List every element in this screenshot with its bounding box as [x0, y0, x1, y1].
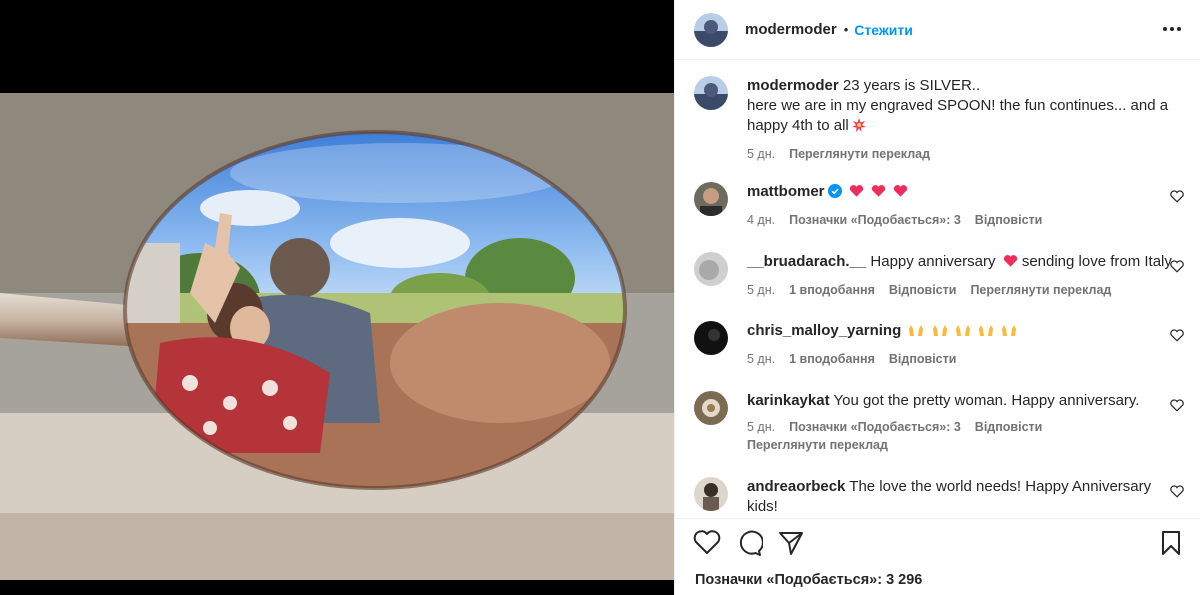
- raising-hands-emoji-icon: [955, 323, 971, 343]
- comment-text: karinkaykat You got the pretty woman. Ha…: [747, 391, 1187, 411]
- spoon-reflection-image: [0, 93, 674, 580]
- comment-likes-link[interactable]: 1 вподобання: [789, 351, 875, 368]
- comment-meta: 5 дн. 1 вподобання Відповісти Переглянут…: [747, 282, 1187, 299]
- translate-link[interactable]: Переглянути переклад: [970, 282, 1111, 299]
- comment-text-part-1: Happy anniversary: [870, 253, 996, 270]
- post-photo[interactable]: [0, 93, 674, 580]
- commenter-avatar[interactable]: [694, 182, 728, 216]
- comment-bubble-icon[interactable]: [735, 529, 764, 557]
- more-options-icon[interactable]: [1161, 18, 1183, 40]
- commenter-username[interactable]: andreaorbeck: [747, 478, 845, 495]
- caption-text: modermoder 23 years is SILVER.. here we …: [747, 76, 1187, 138]
- heart-emoji-icon: [871, 184, 886, 204]
- caption-avatar[interactable]: [694, 76, 728, 110]
- commenter-username[interactable]: __bruadarach.__: [747, 253, 866, 270]
- comment-text: mattbomer: [747, 182, 1167, 204]
- heart-emoji-icon: [849, 184, 864, 204]
- commenter-avatar[interactable]: [694, 391, 728, 425]
- comment-text-part-2: sending love from Italy: [1021, 253, 1172, 270]
- comment-text: andreaorbeck The love the world needs! H…: [747, 477, 1167, 516]
- raising-hands-emoji-icon: [908, 323, 924, 343]
- raising-hands-emoji-icon: [932, 323, 948, 343]
- commenter-username[interactable]: chris_malloy_yarning: [747, 322, 901, 339]
- translate-link[interactable]: Переглянути переклад: [789, 146, 930, 163]
- heart-outline-icon[interactable]: [693, 529, 721, 557]
- author-username[interactable]: modermoder: [745, 21, 837, 38]
- like-comment-heart-icon[interactable]: [1170, 190, 1186, 206]
- author-avatar[interactable]: [694, 12, 728, 47]
- comment-body: You got the pretty woman. Happy annivers…: [833, 392, 1140, 409]
- commenter-avatar[interactable]: [694, 321, 728, 355]
- post-likes-count[interactable]: Позначки «Подобається»: 3 296: [695, 572, 922, 588]
- comment-time: 5 дн.: [747, 420, 776, 434]
- comment-likes-link[interactable]: Позначки «Подобається»: 3: [789, 419, 961, 436]
- caption-line-1: 23 years is SILVER..: [842, 77, 981, 94]
- bookmark-icon[interactable]: [1159, 529, 1187, 557]
- post-action-bar: [675, 518, 1200, 566]
- post-media: [0, 0, 674, 595]
- commenter-avatar[interactable]: [694, 252, 728, 286]
- comment-likes-link[interactable]: 1 вподобання: [789, 282, 875, 299]
- reply-link[interactable]: Відповісти: [889, 282, 957, 299]
- comment-text: chris_malloy_yarning: [747, 321, 1167, 343]
- collision-emoji-icon: [851, 118, 866, 138]
- comment-time: 5 дн.: [747, 283, 776, 297]
- caption-meta: 5 дн. Переглянути переклад: [747, 146, 1187, 163]
- raising-hands-emoji-icon: [978, 323, 994, 343]
- caption-time: 5 дн.: [747, 147, 776, 161]
- reply-link[interactable]: Відповісти: [975, 419, 1043, 436]
- translate-link[interactable]: Переглянути переклад: [747, 437, 1187, 454]
- comments-list[interactable]: modermoder 23 years is SILVER.. here we …: [675, 61, 1200, 516]
- verified-badge-icon: [827, 184, 842, 204]
- comment-likes-link[interactable]: Позначки «Подобається»: 3: [789, 212, 961, 229]
- caption-line-2: here we are in my engraved SPOON! the fu…: [747, 97, 1169, 134]
- comment-time: 5 дн.: [747, 352, 776, 366]
- like-comment-heart-icon[interactable]: [1170, 260, 1186, 276]
- reply-link[interactable]: Відповісти: [975, 212, 1043, 229]
- reply-link[interactable]: Відповісти: [889, 351, 957, 368]
- heart-emoji-icon: [1003, 254, 1018, 274]
- like-comment-heart-icon[interactable]: [1170, 485, 1186, 501]
- commenter-username[interactable]: mattbomer: [747, 183, 825, 200]
- like-comment-heart-icon[interactable]: [1170, 329, 1186, 345]
- like-comment-heart-icon[interactable]: [1170, 399, 1186, 415]
- comment-text: __bruadarach.__ Happy anniversary sendin…: [747, 252, 1187, 274]
- comment-meta: 4 дн. Позначки «Подобається»: 3 Відповіс…: [747, 212, 1167, 229]
- comment-time: 4 дн.: [747, 213, 776, 227]
- comment-meta: 5 дн. Позначки «Подобається»: 3 Відповіс…: [747, 419, 1187, 454]
- post-details-panel: modermoder • Стежити modermoder 23 years…: [674, 0, 1200, 595]
- follow-button[interactable]: Стежити: [854, 22, 913, 38]
- commenter-avatar[interactable]: [694, 477, 728, 511]
- caption-username[interactable]: modermoder: [747, 77, 839, 94]
- commenter-username[interactable]: karinkaykat: [747, 392, 830, 409]
- comment-meta: 5 дн. 1 вподобання Відповісти: [747, 351, 1167, 368]
- raising-hands-emoji-icon: [1001, 323, 1017, 343]
- paper-plane-icon[interactable]: [777, 529, 805, 557]
- heart-emoji-icon: [893, 184, 908, 204]
- post-header: modermoder • Стежити: [675, 0, 1200, 60]
- separator-dot: •: [843, 22, 849, 37]
